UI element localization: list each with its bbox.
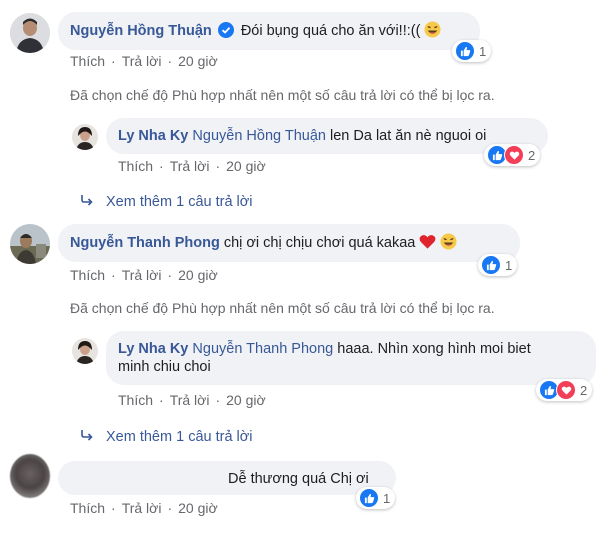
- laughing-emoji-icon: [424, 21, 441, 43]
- reply-bubble: Ly Nha Ky Nguyễn Thanh Phong haaa. Nhìn …: [106, 331, 596, 385]
- filter-note: Đã chọn chế độ Phù hợp nhất nên một số c…: [70, 87, 495, 103]
- comment-text: Đói bụng quá cho ăn với!!:((: [240, 23, 421, 39]
- love-reaction-icon: [556, 380, 576, 400]
- reaction-summary[interactable]: 2: [536, 379, 593, 401]
- timestamp[interactable]: 20 giờ: [178, 53, 218, 69]
- reaction-count: 2: [580, 382, 588, 398]
- avatar[interactable]: [10, 224, 50, 264]
- avatar[interactable]: [72, 338, 98, 364]
- comment-text: Dễ thương quá Chị ơi: [228, 471, 369, 487]
- reply-mention[interactable]: Nguyễn Hồng Thuận: [192, 128, 326, 144]
- reply-actions: Thích · Trả lời · 20 giờ: [118, 392, 266, 408]
- reaction-count: 1: [479, 43, 487, 59]
- reply-actions: Thích · Trả lời · 20 giờ: [118, 158, 266, 174]
- reply-text: len Da lat ăn nè nguoi oi: [330, 128, 487, 144]
- reaction-summary[interactable]: 1: [478, 254, 518, 276]
- reply-button[interactable]: Trả lời: [170, 392, 210, 408]
- reply-text-line1: haaa. Nhìn xong hình moi biet: [337, 341, 531, 357]
- reply-author[interactable]: Ly Nha Ky: [118, 128, 188, 144]
- reply-button[interactable]: Trả lời: [122, 267, 162, 283]
- more-replies-label: Xem thêm 1 câu trả lời: [106, 429, 253, 445]
- verified-badge-icon: [217, 22, 234, 43]
- like-reaction-icon: [481, 255, 501, 275]
- reaction-summary[interactable]: 2: [484, 144, 541, 166]
- comment-author[interactable]: Nguyễn Thanh Phong: [70, 235, 220, 251]
- avatar[interactable]: [72, 124, 98, 150]
- like-button[interactable]: Thích: [118, 158, 153, 174]
- timestamp[interactable]: 20 giờ: [226, 158, 266, 174]
- avatar[interactable]: [10, 13, 50, 53]
- reply-button[interactable]: Trả lời: [122, 500, 162, 516]
- timestamp[interactable]: 20 giờ: [178, 267, 218, 283]
- heart-emoji-icon: [419, 234, 436, 255]
- like-button[interactable]: Thích: [70, 500, 105, 516]
- like-reaction-icon: [455, 41, 475, 61]
- avatar[interactable]: [10, 454, 50, 498]
- like-button[interactable]: Thích: [70, 267, 105, 283]
- comment-actions: Thích · Trả lời · 20 giờ: [70, 267, 218, 283]
- reaction-count: 1: [383, 490, 391, 506]
- like-button[interactable]: Thích: [70, 53, 105, 69]
- more-replies-label: Xem thêm 1 câu trả lời: [106, 194, 253, 210]
- reaction-count: 2: [528, 147, 536, 163]
- love-reaction-icon: [504, 145, 524, 165]
- reply-button[interactable]: Trả lời: [170, 158, 210, 174]
- comment-bubble: Dễ thương quá Chị ơi: [58, 461, 396, 495]
- laughing-emoji-icon: [440, 233, 457, 255]
- timestamp[interactable]: 20 giờ: [178, 500, 218, 516]
- reply-bubble: Ly Nha Ky Nguyễn Hồng Thuận len Da lat ă…: [106, 118, 548, 154]
- reply-mention[interactable]: Nguyễn Thanh Phong: [192, 341, 333, 357]
- more-replies-link[interactable]: Xem thêm 1 câu trả lời: [80, 429, 253, 445]
- reply-author[interactable]: Ly Nha Ky: [118, 341, 188, 357]
- like-button[interactable]: Thích: [118, 392, 153, 408]
- reaction-summary[interactable]: 1: [452, 40, 492, 62]
- reaction-count: 1: [505, 257, 513, 273]
- comment-bubble: Nguyễn Thanh Phong chị ơi chị chịu chơi …: [58, 224, 520, 262]
- comment-actions: Thích · Trả lời · 20 giờ: [70, 500, 218, 516]
- reply-text-line2: minh chiu choi: [118, 359, 211, 375]
- more-replies-link[interactable]: Xem thêm 1 câu trả lời: [80, 194, 253, 210]
- filter-note: Đã chọn chế độ Phù hợp nhất nên một số c…: [70, 300, 495, 316]
- reply-button[interactable]: Trả lời: [122, 53, 162, 69]
- reply-arrow-icon: [80, 429, 94, 445]
- comment-bubble: Nguyễn Hồng Thuận Đói bụng quá cho ăn vớ…: [58, 12, 480, 50]
- comment-text: chị ơi chị chịu chơi quá kakaa: [223, 235, 416, 251]
- comment-author[interactable]: Nguyễn Hồng Thuận: [70, 23, 212, 39]
- comment-actions: Thích · Trả lời · 20 giờ: [70, 53, 218, 69]
- reaction-summary[interactable]: 1: [356, 487, 396, 509]
- timestamp[interactable]: 20 giờ: [226, 392, 266, 408]
- reply-arrow-icon: [80, 194, 94, 210]
- like-reaction-icon: [359, 488, 379, 508]
